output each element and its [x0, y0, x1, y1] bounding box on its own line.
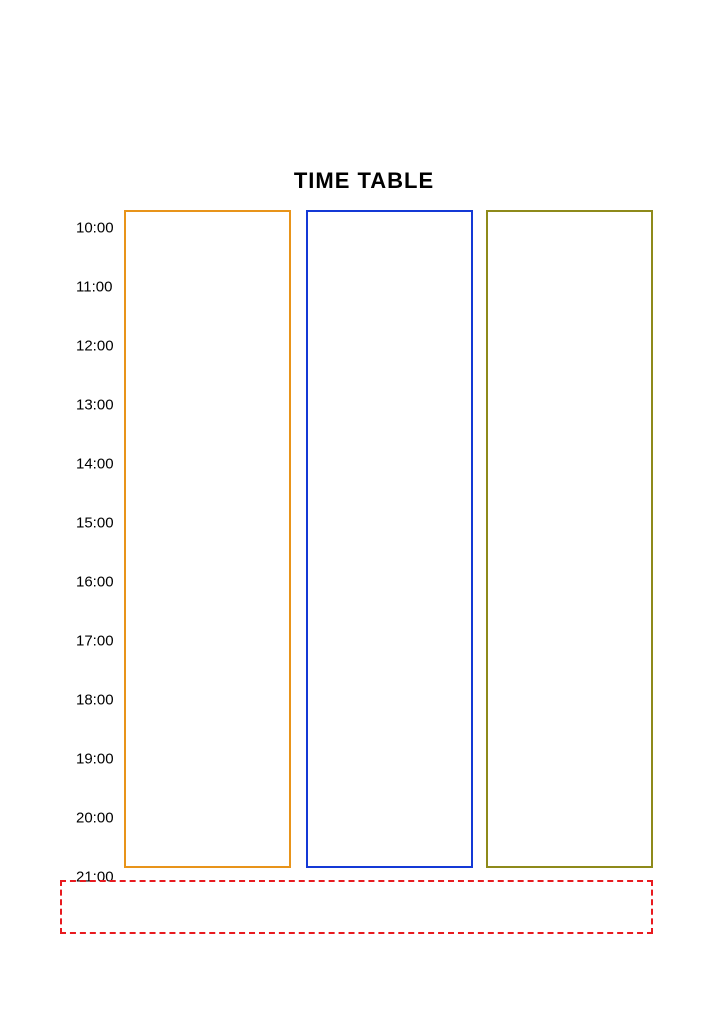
column-2	[306, 210, 473, 868]
time-label: 11:00	[76, 279, 112, 296]
time-label: 10:00	[76, 220, 114, 237]
time-label: 20:00	[76, 810, 114, 827]
column-3	[486, 210, 653, 868]
column-1	[124, 210, 291, 868]
time-label: 17:00	[76, 633, 114, 650]
time-label: 16:00	[76, 574, 114, 591]
time-label: 13:00	[76, 397, 114, 414]
time-label: 12:00	[76, 338, 114, 355]
time-label: 18:00	[76, 692, 114, 709]
time-label: 14:00	[76, 456, 114, 473]
time-label: 15:00	[76, 515, 114, 532]
footer-box	[60, 880, 653, 934]
page-title: TIME TABLE	[0, 168, 728, 194]
time-label: 19:00	[76, 751, 114, 768]
